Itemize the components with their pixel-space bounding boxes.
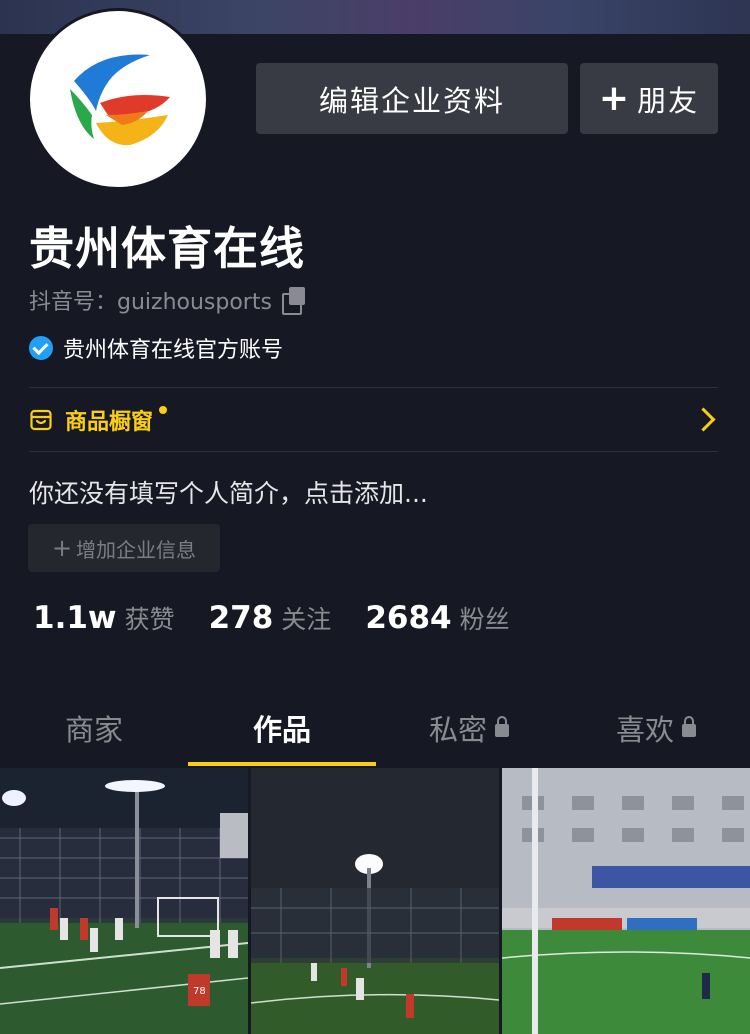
add-friend-button[interactable]: + 朋友	[580, 63, 718, 134]
stat-likes[interactable]: 1.1w 获赞	[33, 600, 175, 636]
lock-icon	[495, 715, 509, 737]
tab-works[interactable]: 作品	[188, 690, 376, 766]
copy-icon[interactable]	[281, 287, 308, 315]
tab-label: 喜欢	[615, 713, 674, 747]
add-business-info-label: 增加企业信息	[76, 537, 197, 562]
edit-profile-button[interactable]: 编辑企业资料	[256, 63, 568, 134]
add-friend-label: 朋友	[637, 83, 700, 118]
football-night-scene-image: 78	[0, 768, 248, 1034]
divider	[29, 451, 718, 452]
account-id-row: 抖音号：guizhousports	[29, 284, 308, 316]
active-tab-indicator	[188, 762, 376, 766]
tab-label: 私密	[428, 713, 487, 747]
verified-check-icon	[29, 336, 53, 360]
verification-text: 贵州体育在线官方账号	[63, 338, 284, 363]
verification-row: 贵州体育在线官方账号	[29, 332, 283, 364]
notification-dot	[159, 405, 168, 414]
chevron-right-icon	[691, 407, 716, 432]
tab-likes[interactable]: 喜欢	[562, 690, 750, 766]
shop-icon	[30, 409, 52, 430]
stat-label: 获赞	[124, 605, 175, 634]
stat-number: 278	[208, 600, 274, 636]
jersey-number: 78	[193, 986, 206, 997]
edit-profile-label: 编辑企业资料	[318, 83, 505, 118]
stats-row: 1.1w 获赞 278 关注 2684 粉丝	[33, 600, 544, 636]
add-business-info-button[interactable]: + 增加企业信息	[28, 524, 220, 572]
stat-number: 2684	[365, 600, 452, 636]
tab-label: 商家	[64, 713, 123, 747]
lock-icon	[682, 715, 696, 737]
stat-label: 关注	[281, 605, 332, 634]
stat-following[interactable]: 278 关注	[209, 600, 332, 636]
brand-logo-icon	[70, 54, 170, 146]
video-thumbnail[interactable]	[502, 768, 750, 1034]
video-grid: 78	[0, 768, 750, 1034]
plus-icon: +	[51, 534, 73, 562]
shop-window-label: 商品橱窗	[65, 409, 154, 435]
shop-window-row[interactable]: 商品橱窗	[29, 388, 718, 451]
football-field-daytime-image	[502, 768, 750, 1034]
video-thumbnail[interactable]	[251, 768, 499, 1034]
tab-private[interactable]: 私密	[375, 690, 563, 766]
bio-placeholder[interactable]: 你还没有填写个人简介，点击添加...	[29, 474, 428, 510]
video-thumbnail[interactable]: 78	[0, 768, 248, 1034]
profile-tabs: 商家 作品 私密 喜欢	[0, 690, 750, 766]
stat-label: 粉丝	[459, 605, 510, 634]
avatar[interactable]	[27, 8, 209, 190]
football-night-scene-image	[251, 768, 499, 1034]
tab-merchant[interactable]: 商家	[0, 690, 188, 766]
account-id: 抖音号：guizhousports	[29, 290, 272, 315]
stat-number: 1.1w	[33, 600, 117, 636]
tab-label: 作品	[252, 713, 311, 747]
plus-icon: +	[598, 78, 632, 119]
profile-name: 贵州体育在线	[29, 222, 306, 275]
stat-followers[interactable]: 2684 粉丝	[365, 600, 509, 636]
